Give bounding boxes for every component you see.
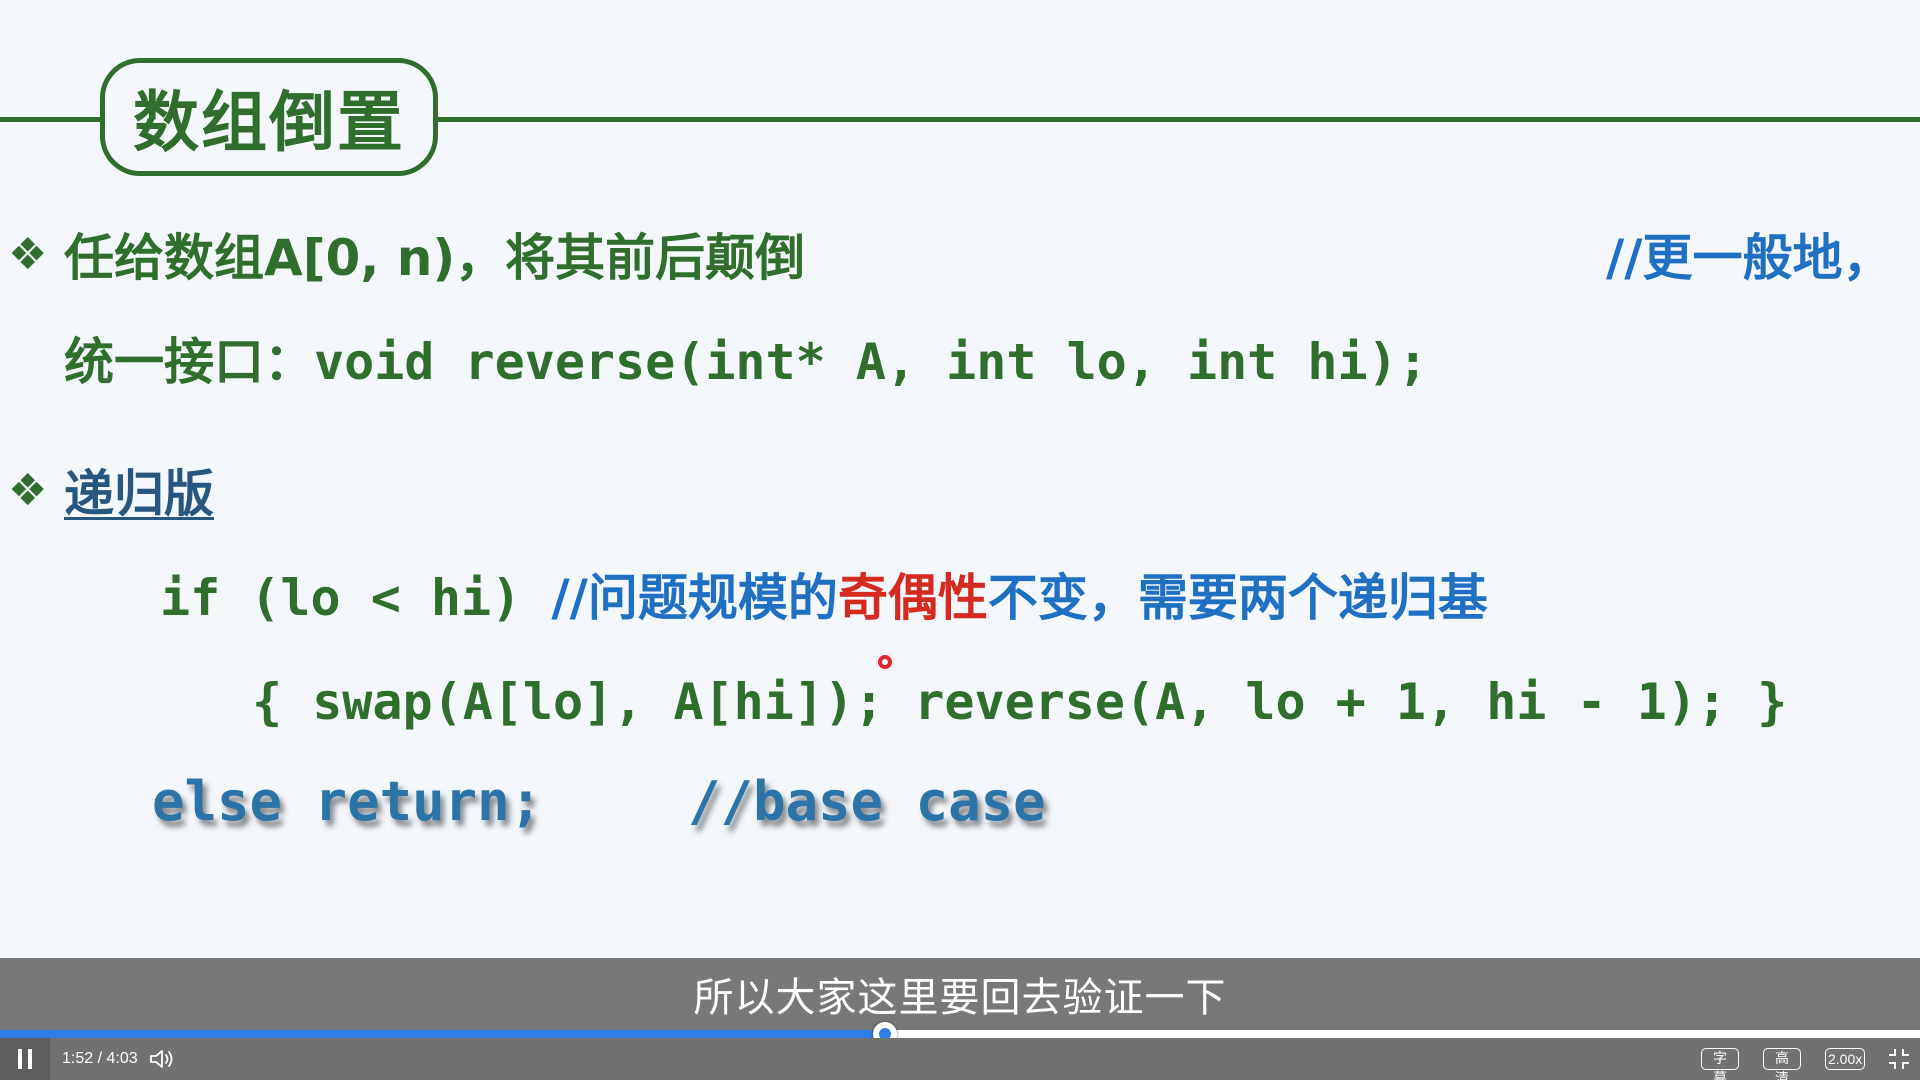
swap-code: { swap(A[lo], A[hi]); reverse(A, lo + 1,… [252,673,1788,731]
slide-line-4: if (lo < hi) //问题规模的奇偶性不变，需要两个递归基 [160,566,1488,630]
exit-fullscreen-icon[interactable] [1888,1048,1910,1070]
line1-text: 任给数组A[0, n)，将其前后颠倒 [64,229,806,287]
line1-comment: //更一般地， [1606,229,1893,287]
diamond-bullet-icon: ❖ [8,229,48,280]
slide-line-1: 任给数组A[0, n)，将其前后颠倒 [64,226,805,290]
quality-button[interactable]: 高清 [1763,1048,1801,1080]
slide-line-1-comment: //更一般地， [1606,226,1893,290]
subtitle-text: 所以大家这里要回去验证一下 [693,975,1227,1021]
progress-fill [0,1030,885,1038]
slide-line-3: 递归版 [64,462,214,526]
comment-highlight: 奇偶性 [837,569,988,627]
slide-line-6: else return; [152,770,542,834]
pause-icon [18,1049,22,1069]
comment-part-b: 不变，需要两个递归基 [987,569,1488,627]
if-code: if (lo < hi) [160,569,552,627]
laser-pointer-icon [876,653,894,671]
subtitles-button[interactable]: 字幕 [1701,1048,1739,1080]
diamond-bullet-icon: ❖ [8,465,48,516]
time-display: 1:52 / 4:03 [62,1050,138,1067]
control-bar: 1:52 / 4:03 字幕 高清 2.00x [0,1038,1920,1080]
comment-part-a: //问题规模的 [551,569,838,627]
subtitle-band: 所以大家这里要回去验证一下 [0,958,1920,1030]
interface-label: 统一接口： [64,333,314,391]
slide-line-6-comment: //base case [688,770,1046,834]
slide-line-2: 统一接口：void reverse(int* A, int lo, int hi… [64,330,1428,394]
volume-icon[interactable] [148,1048,176,1070]
slide-title: 数组倒置 [133,84,405,161]
slide-title-box: 数组倒置 [100,58,438,176]
interface-code: void reverse(int* A, int lo, int hi); [314,333,1428,391]
video-player[interactable]: 数组倒置 ❖ 任给数组A[0, n)，将其前后颠倒 //更一般地， 统一接口：v… [0,0,1920,1080]
else-code: else return; [152,770,543,833]
slide-line-5: { swap(A[lo], A[hi]); reverse(A, lo + 1,… [252,670,1787,734]
progress-bar[interactable] [0,1022,1920,1046]
pause-icon-bar [28,1049,32,1069]
speed-button[interactable]: 2.00x [1825,1048,1865,1070]
base-case-comment: //base case [688,770,1046,833]
recursive-heading: 递归版 [64,465,214,523]
pause-button[interactable] [0,1038,50,1080]
